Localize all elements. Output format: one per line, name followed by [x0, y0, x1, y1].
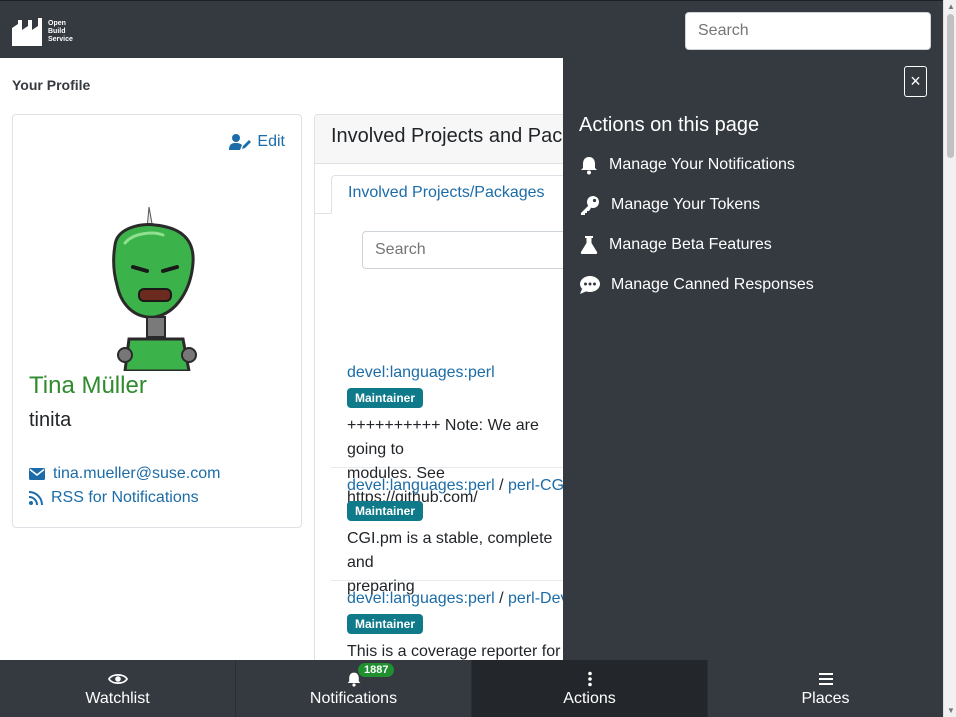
bell-icon	[581, 157, 597, 175]
action-label: Manage Your Notifications	[609, 156, 795, 173]
rss-icon	[29, 491, 43, 505]
edit-label: Edit	[257, 133, 285, 150]
avatar	[103, 205, 205, 371]
project-link[interactable]: devel:languages:perl	[347, 590, 495, 607]
description-line: ++++++++++ Note: We are going to	[347, 417, 539, 458]
user-edit-icon	[229, 134, 252, 150]
description-line: CGI.pm is a stable, complete and	[347, 530, 553, 571]
nav-places-label: Places	[801, 689, 850, 707]
action-label: Manage Beta Features	[609, 236, 772, 253]
scroll-down-arrow-icon[interactable]: ▼	[947, 706, 955, 715]
tab-involved-projects[interactable]: Involved Projects/Packages	[331, 175, 571, 214]
edit-profile-button[interactable]: Edit	[229, 133, 285, 151]
action-manage-tokens[interactable]: Manage Your Tokens	[579, 195, 760, 215]
rss-link[interactable]: RSS for Notifications	[29, 489, 199, 507]
vertical-dots-icon	[587, 671, 592, 686]
comment-dots-icon	[580, 276, 600, 294]
actions-panel: × Actions on this page Manage Your Notif…	[563, 58, 943, 660]
top-navbar: Open Build Service	[0, 0, 943, 58]
nav-watchlist-label: Watchlist	[85, 689, 150, 707]
logo-line-1: Open	[48, 20, 66, 27]
role-badge: Maintainer	[347, 501, 424, 521]
envelope-icon	[29, 468, 45, 480]
hamburger-menu-icon	[818, 672, 833, 685]
package-link[interactable]: perl-CGI	[508, 477, 568, 494]
action-manage-canned-responses[interactable]: Manage Canned Responses	[579, 275, 814, 295]
close-icon: ×	[910, 71, 921, 91]
logo-text: Open Build Service	[48, 20, 73, 44]
page-scrollbar[interactable]: ▲ ▼	[943, 0, 956, 717]
notifications-count-badge: 1887	[358, 663, 395, 677]
nav-places[interactable]: Places	[708, 660, 943, 717]
email-label: tina.mueller@suse.com	[53, 465, 221, 482]
nav-actions[interactable]: Actions	[472, 660, 708, 717]
page-title: Your Profile	[12, 77, 91, 93]
logo-line-3: Service	[48, 36, 73, 43]
item-description: CGI.pm is a stable, complete and prepari…	[347, 527, 567, 599]
global-search-input[interactable]	[685, 12, 931, 50]
nav-actions-label: Actions	[563, 689, 616, 707]
email-link[interactable]: tina.mueller@suse.com	[29, 465, 220, 483]
key-icon	[581, 196, 599, 215]
scroll-thumb[interactable]	[947, 14, 954, 158]
role-badge: Maintainer	[347, 614, 424, 634]
rss-label: RSS for Notifications	[51, 489, 199, 506]
nav-notifications-label: Notifications	[309, 689, 398, 707]
action-label: Manage Your Tokens	[611, 196, 761, 213]
actions-title: Actions on this page	[579, 114, 760, 136]
factory-logo-icon	[12, 18, 42, 46]
project-link[interactable]: devel:languages:perl	[347, 477, 495, 494]
path-separator: /	[499, 590, 509, 607]
action-manage-beta-features[interactable]: Manage Beta Features	[579, 235, 772, 255]
action-manage-notifications[interactable]: Manage Your Notifications	[579, 155, 795, 175]
logo-line-2: Build	[48, 28, 66, 35]
action-label: Manage Canned Responses	[611, 276, 814, 293]
role-badge: Maintainer	[347, 388, 424, 408]
nav-notifications[interactable]: 1887 Notifications	[236, 660, 472, 717]
obs-logo[interactable]: Open Build Service	[12, 17, 78, 47]
flask-icon	[580, 236, 598, 254]
nav-watchlist[interactable]: Watchlist	[0, 660, 236, 717]
path-separator: /	[499, 477, 509, 494]
bottom-navbar: Watchlist 1887 Notifications Actions Pla…	[0, 660, 943, 717]
robot-avatar-icon	[112, 206, 197, 371]
eye-icon	[107, 673, 128, 684]
close-actions-button[interactable]: ×	[904, 66, 927, 97]
profile-card: Edit Tina Müller tinita tina.mueller@sus…	[12, 114, 302, 528]
profile-login: tinita	[29, 409, 72, 431]
scroll-up-arrow-icon[interactable]: ▲	[947, 2, 955, 11]
project-link[interactable]: devel:languages:perl	[347, 364, 495, 381]
profile-name: Tina Müller	[29, 372, 147, 399]
